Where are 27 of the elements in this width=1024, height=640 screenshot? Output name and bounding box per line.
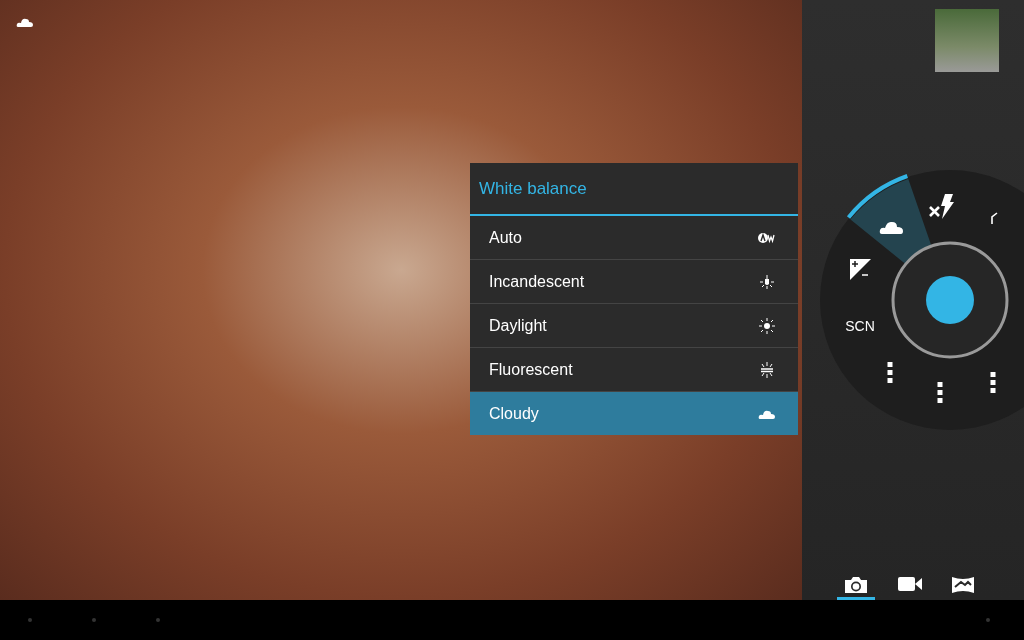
camera-icon — [844, 576, 868, 594]
nav-dot-icon[interactable] — [28, 618, 32, 622]
menu-item[interactable]: Incandescent — [470, 260, 798, 304]
last-photo-thumbnail[interactable] — [935, 9, 999, 72]
video-camera-icon — [896, 576, 923, 592]
shutter-button[interactable] — [926, 276, 974, 324]
more-options-icon[interactable] — [937, 382, 943, 403]
menu-item[interactable]: Auto — [470, 216, 798, 260]
cloud-icon — [16, 17, 34, 27]
more-options-icon[interactable] — [887, 362, 893, 383]
cloud-icon[interactable] — [879, 221, 903, 234]
panorama-icon — [951, 576, 975, 594]
highlight-arc — [847, 174, 909, 219]
scene-mode-label[interactable]: SCN — [845, 318, 875, 334]
menu-item[interactable]: Daylight — [470, 304, 798, 348]
nav-dot-icon[interactable] — [92, 618, 96, 622]
menu-item[interactable]: Cloudy — [470, 392, 798, 435]
flash-off-icon[interactable] — [928, 194, 954, 219]
menu-title: White balance — [470, 163, 798, 216]
fluorescent-light-icon — [758, 360, 776, 379]
more-options-icon[interactable] — [990, 372, 996, 393]
bulb-icon — [758, 272, 776, 291]
auto-mode-icon — [758, 231, 776, 244]
nav-dot-icon[interactable] — [156, 618, 160, 622]
sun-icon — [758, 316, 776, 335]
cloud-icon — [758, 408, 776, 419]
nav-dot-icon[interactable] — [986, 618, 990, 622]
